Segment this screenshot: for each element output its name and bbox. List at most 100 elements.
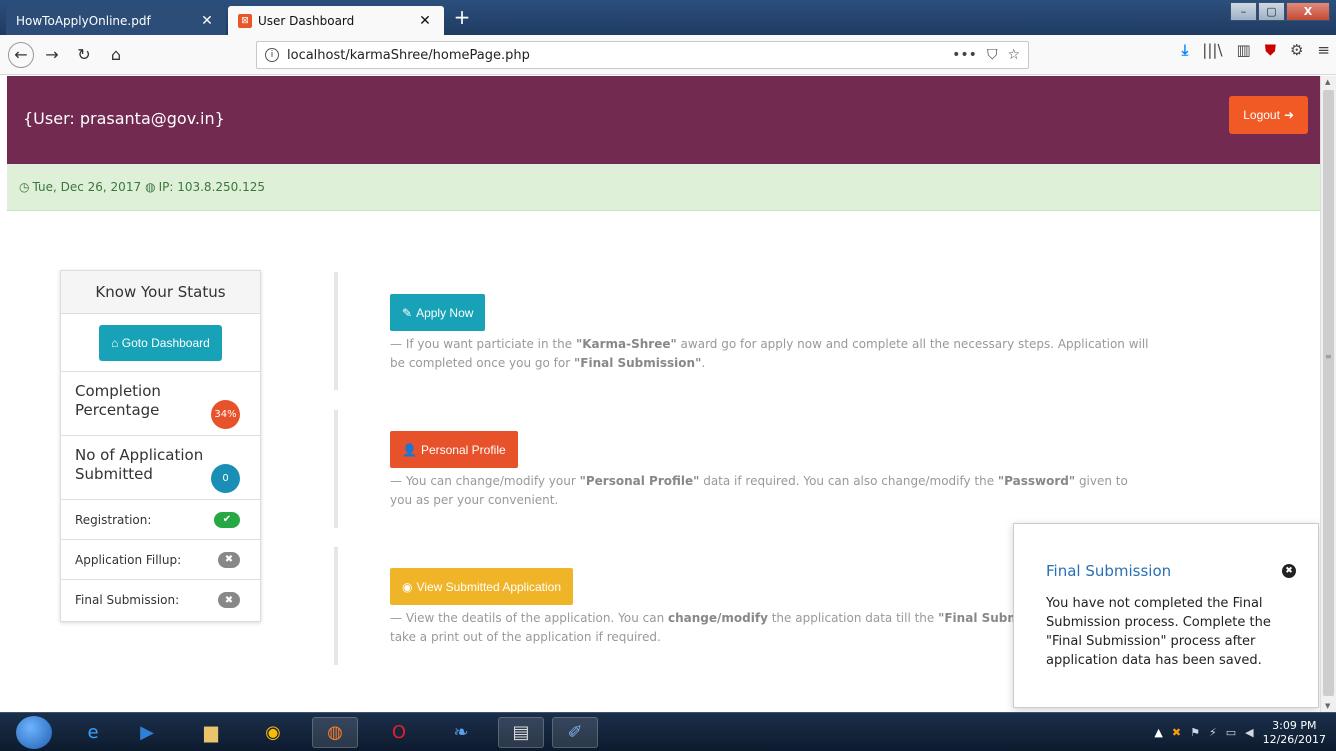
apply-section: ✎ Apply Now — If you want particiate in … <box>334 272 1154 390</box>
close-tab-icon[interactable]: ✕ <box>198 13 216 29</box>
library-icon[interactable]: |||\ <box>1202 41 1222 59</box>
firefox-icon[interactable]: ◍ <box>312 717 358 748</box>
completion-badge: 34% <box>211 400 240 429</box>
view-submitted-button[interactable]: ◉ View Submitted Application <box>390 568 574 605</box>
close-icon[interactable]: ✖ <box>1282 564 1296 578</box>
final-submission-row: Final Submission: ✖ <box>61 580 260 620</box>
scroll-thumb[interactable] <box>1323 90 1334 696</box>
chrome-icon[interactable]: ◉ <box>250 717 296 748</box>
clock-date: 12/26/2017 <box>1262 732 1326 746</box>
logout-button[interactable]: Logout ➜ <box>1229 96 1308 134</box>
session-info-bar: ◷ Tue, Dec 26, 2017 ◍ IP: 103.8.250.125 <box>7 164 1320 211</box>
profile-description: — You can change/modify your "Personal P… <box>390 474 1128 507</box>
toolbar-right: ⤓ |||\ ▥ ⛊ ⚙ ≡ <box>1182 41 1330 59</box>
close-tab-icon[interactable]: ✕ <box>416 13 434 29</box>
goto-dashboard-label: Goto Dashboard <box>121 335 210 350</box>
dolphin-icon[interactable]: ❧ <box>438 717 484 748</box>
apply-now-label: Apply Now <box>416 305 474 320</box>
minimize-button[interactable]: – <box>1230 2 1257 21</box>
completion-row: Completion Percentage 34% <box>61 372 260 436</box>
windows-taskbar: e ▶ ▆ ◉ ◍ O ❧ ▤ ✐ ▲ ✖ ⚑ ⚡ ▭ ◀ 3:09 PM 12… <box>0 712 1336 751</box>
action-center-flag-icon[interactable]: ⚑ <box>1190 726 1200 739</box>
final-submission-popup: Final Submission ✖ You have not complete… <box>1013 523 1319 708</box>
scroll-grip-icon: ≡ <box>1325 352 1332 361</box>
extension-icon[interactable]: ⚙ <box>1290 41 1303 59</box>
close-window-button[interactable]: X <box>1286 2 1330 21</box>
tab-label: HowToApplyOnline.pdf <box>16 13 151 28</box>
final-submission-label: Final Submission: <box>75 593 180 607</box>
scroll-up-arrow-icon[interactable]: ▲ <box>1325 78 1330 86</box>
browser-tab-strip: HowToApplyOnline.pdf ✕ ⊠ User Dashboard … <box>0 0 1336 35</box>
notepad-icon[interactable]: ✐ <box>552 717 598 748</box>
favicon-icon: ⊠ <box>238 13 252 28</box>
reload-icon[interactable]: ↻ <box>70 41 98 69</box>
display-icon[interactable]: ▭ <box>1226 726 1236 739</box>
taskbar-clock[interactable]: 3:09 PM 12/26/2017 <box>1263 719 1326 747</box>
view-submitted-label: View Submitted Application <box>416 579 562 594</box>
personal-profile-button[interactable]: 👤 Personal Profile <box>390 431 518 468</box>
profile-section: 👤 Personal Profile — You can change/modi… <box>334 410 1154 528</box>
home-icon[interactable]: ⌂ <box>102 41 130 69</box>
status-panel: Know Your Status ⌂ Goto Dashboard Comple… <box>60 270 261 622</box>
maximize-button[interactable]: ▢ <box>1258 2 1285 21</box>
new-tab-button[interactable]: + <box>450 6 474 30</box>
apply-description: — If you want particiate in the "Karma-S… <box>390 337 1149 370</box>
eye-icon: ◉ <box>402 579 413 594</box>
goto-dashboard-button[interactable]: ⌂ Goto Dashboard <box>99 324 222 361</box>
volume-icon[interactable]: ◀ <box>1245 726 1253 739</box>
window-controls: – ▢ X <box>1229 2 1330 21</box>
page-actions-icon[interactable]: ••• <box>952 47 977 63</box>
vertical-scrollbar[interactable]: ▲ ≡ ▼ <box>1320 76 1336 712</box>
registration-row: Registration: ✔ <box>61 500 260 540</box>
show-hidden-icons-icon[interactable]: ▲ <box>1154 726 1162 739</box>
clock-icon: ◷ <box>19 180 30 194</box>
cross-icon: ✖ <box>218 551 240 568</box>
applications-badge: 0 <box>211 464 240 493</box>
popup-title: Final Submission <box>1046 562 1172 580</box>
address-bar[interactable]: i localhost/karmaShree/homePage.php ••• … <box>256 41 1029 69</box>
sidebar-icon[interactable]: ▥ <box>1237 41 1251 59</box>
application-fillup-label: Application Fillup: <box>75 552 182 567</box>
tray-tools-icon[interactable]: ✖ <box>1172 726 1181 739</box>
bookmark-star-icon[interactable]: ☆ <box>1007 47 1020 63</box>
file-explorer-icon[interactable]: ▆ <box>188 717 234 748</box>
tab-pdf[interactable]: HowToApplyOnline.pdf ✕ <box>6 6 226 35</box>
user-icon: 👤 <box>402 442 417 457</box>
network-icon[interactable]: ⚡ <box>1209 726 1217 739</box>
system-tray: ▲ ✖ ⚑ ⚡ ▭ ◀ 3:09 PM 12/26/2017 <box>1154 717 1326 748</box>
download-icon[interactable]: ⤓ <box>1182 41 1189 59</box>
registration-label: Registration: <box>75 512 152 527</box>
home-icon: ⌂ <box>111 335 119 350</box>
menu-hamburger-icon[interactable]: ≡ <box>1317 41 1330 59</box>
document-icon[interactable]: ▤ <box>498 717 544 748</box>
applications-row: No of Application Submitted 0 <box>61 436 260 500</box>
globe-icon: ◍ <box>145 180 156 194</box>
edit-icon: ✎ <box>402 305 413 320</box>
media-player-icon[interactable]: ▶ <box>124 717 170 748</box>
user-label: {User: prasanta@gov.in} <box>23 109 225 128</box>
navigation-toolbar: ← → ↻ ⌂ i localhost/karmaShree/homePage.… <box>0 35 1336 75</box>
clock-time: 3:09 PM <box>1272 718 1317 732</box>
internet-explorer-icon[interactable]: e <box>70 717 116 748</box>
tab-label: User Dashboard <box>258 13 355 28</box>
url-text[interactable]: localhost/karmaShree/homePage.php <box>287 48 952 63</box>
scroll-down-arrow-icon[interactable]: ▼ <box>1325 702 1330 710</box>
completion-label: Completion Percentage <box>75 382 161 419</box>
check-icon: ✔ <box>214 511 240 528</box>
personal-profile-label: Personal Profile <box>420 442 506 457</box>
forward-arrow-icon[interactable]: → <box>38 41 66 69</box>
info-icon[interactable]: i <box>265 48 279 62</box>
back-arrow-icon[interactable]: ← <box>8 41 34 68</box>
current-date: Tue, Dec 26, 2017 <box>32 180 142 194</box>
opera-icon[interactable]: O <box>376 717 422 748</box>
pocket-icon[interactable]: ⛉ <box>987 47 998 63</box>
page-header: {User: prasanta@gov.in} Logout ➜ <box>7 76 1320 164</box>
start-button[interactable] <box>16 716 52 749</box>
apply-now-button[interactable]: ✎ Apply Now <box>390 294 486 331</box>
ublock-shield-icon[interactable]: ⛊ <box>1265 41 1276 59</box>
tab-user-dashboard[interactable]: ⊠ User Dashboard ✕ <box>228 6 444 35</box>
address-bar-actions: ••• ⛉ ☆ <box>952 47 1020 63</box>
applications-label: No of Application Submitted <box>75 446 204 483</box>
ip-address: IP: 103.8.250.125 <box>158 180 266 194</box>
logout-label: Logout <box>1243 108 1280 122</box>
